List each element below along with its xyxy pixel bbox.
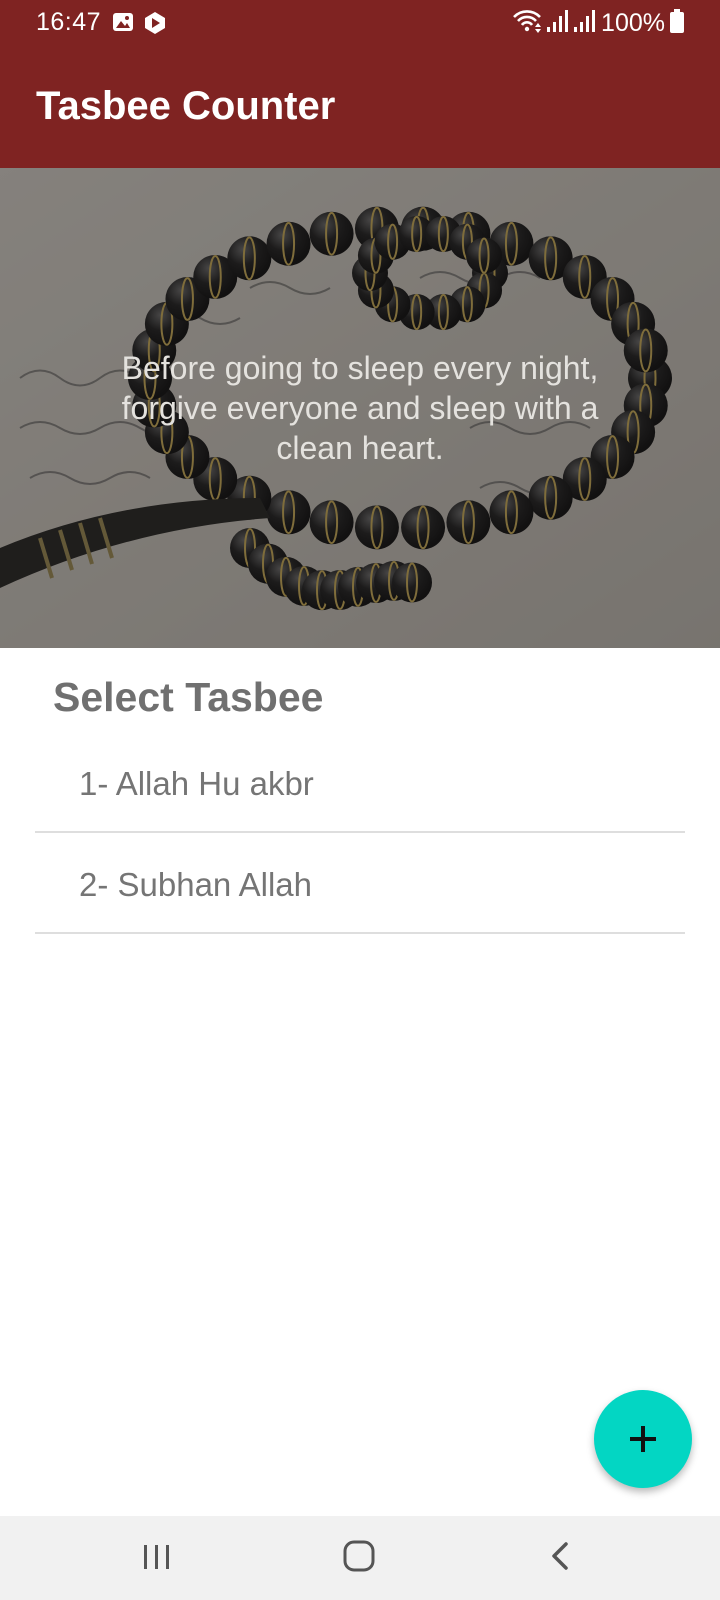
navigation-bar [0,1516,720,1600]
status-time: 16:47 [36,8,102,36]
recent-apps-icon[interactable] [140,1536,174,1581]
status-indicators: 100% [512,8,684,38]
back-icon[interactable] [546,1536,576,1581]
quote-banner: Before going to sleep every night, forgi… [0,168,720,648]
media-icon [143,11,167,40]
list-item-label: 2- Subhan Allah [79,866,313,903]
signal-icon [546,9,569,38]
status-bar: 16:47 100% [0,0,720,46]
tasbee-list: 1- Allah Hu akbr 2- Subhan Allah [35,732,685,934]
signal-icon [573,9,596,38]
app-bar: Tasbee Counter [0,46,720,168]
list-item[interactable]: 1- Allah Hu akbr [35,732,685,833]
app-title: Tasbee Counter [36,84,336,128]
select-tasbee-title: Select Tasbee [53,674,324,720]
list-item-label: 1- Allah Hu akbr [79,765,314,802]
list-item[interactable]: 2- Subhan Allah [35,833,685,934]
home-icon[interactable] [340,1536,380,1581]
battery-icon [670,8,684,38]
banner-quote: Before going to sleep every night, forgi… [121,350,599,466]
plus-icon [624,1420,662,1463]
add-tasbee-button[interactable] [594,1390,692,1488]
gallery-icon [112,11,134,38]
wifi-icon [512,8,542,39]
battery-percent: 100% [601,8,665,37]
